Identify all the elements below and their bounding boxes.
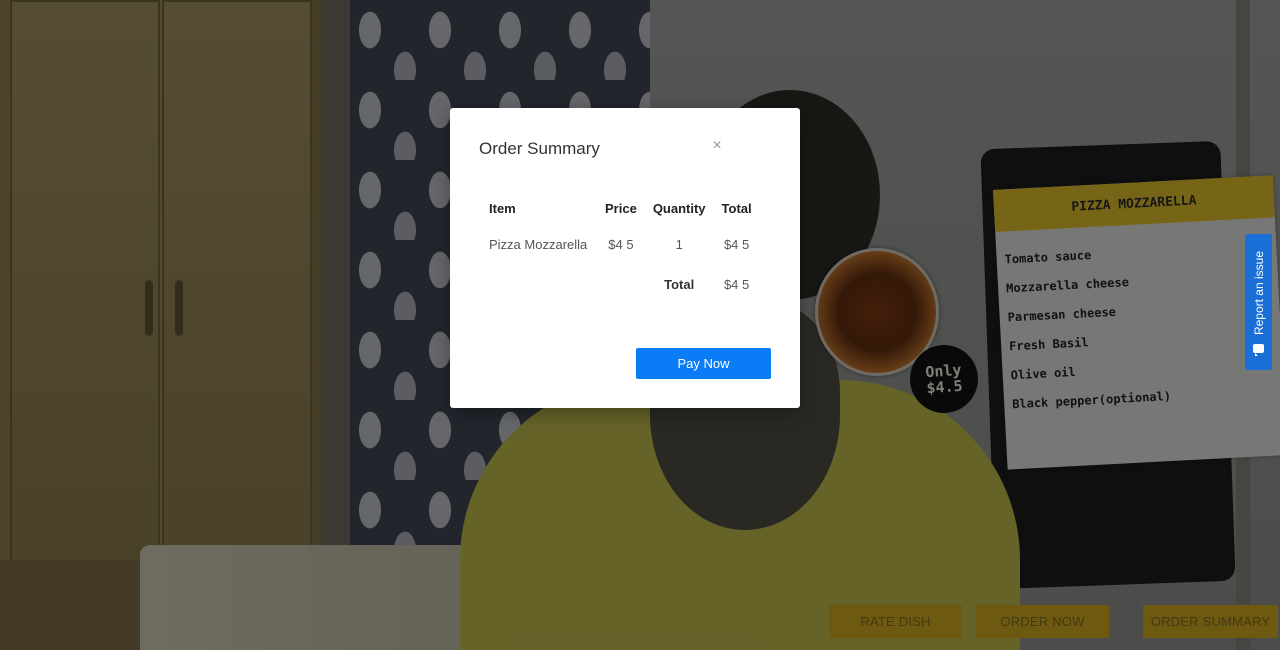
ar-camera-view: Only $4.5 PIZZA MOZZARELLA Tomato sauce … <box>0 0 1280 650</box>
table-total-row: Total $4 5 <box>479 264 760 304</box>
cell-total: $4 5 <box>723 236 750 252</box>
report-issue-tab[interactable]: Report an issue <box>1245 234 1272 370</box>
table-header-row: Item Price Quantity Total <box>479 192 760 224</box>
modal-title: Order Summary <box>479 139 600 158</box>
table-row: Pizza Mozzarella $4 5 1 $4 5 <box>479 224 760 264</box>
order-table: Item Price Quantity Total Pizza Mozzarel… <box>479 192 760 304</box>
pay-now-button[interactable]: Pay Now <box>636 348 771 379</box>
cell-item: Pizza Mozzarella <box>489 236 588 252</box>
grand-total-label: Total <box>664 276 695 292</box>
message-icon <box>1253 343 1264 356</box>
column-header-item: Item <box>489 200 516 216</box>
close-icon[interactable]: × <box>709 137 725 155</box>
cell-price: $4 5 <box>608 236 634 252</box>
grand-total-value: $4 5 <box>723 276 750 292</box>
cell-empty <box>597 264 645 304</box>
column-header-total: Total <box>721 200 752 216</box>
cell-quantity: 1 <box>675 236 683 252</box>
report-issue-label: Report an issue <box>1251 251 1266 336</box>
column-header-price: Price <box>605 200 637 216</box>
column-header-quantity: Quantity <box>652 200 706 216</box>
cell-empty <box>479 264 597 304</box>
order-summary-modal: Order Summary × Item Price Quantity Tota… <box>450 108 800 408</box>
